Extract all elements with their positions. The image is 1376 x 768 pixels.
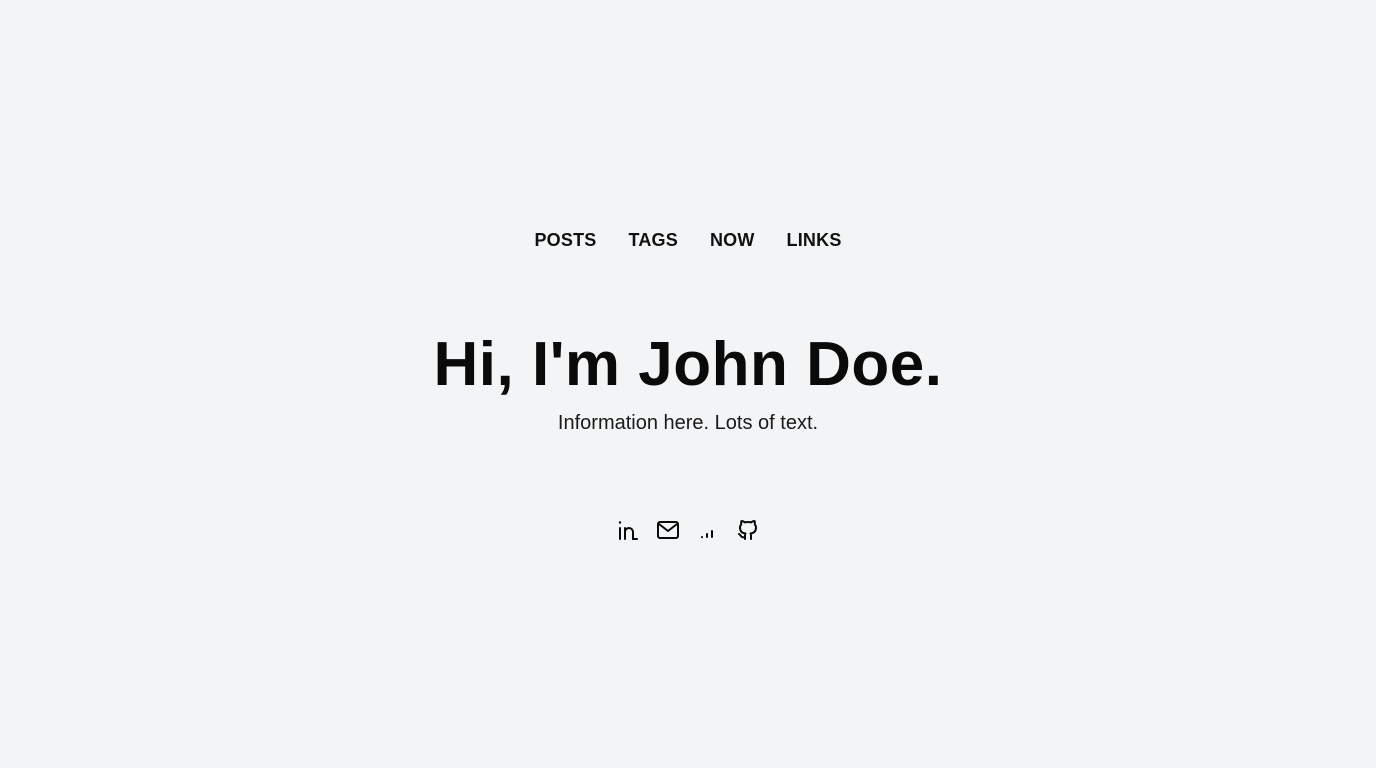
github-icon (738, 520, 757, 540)
signal-link[interactable] (696, 518, 720, 542)
page-subtitle: Information here. Lots of text. (557, 412, 819, 434)
hero-section: Hi, I'm John Doe. Information here. Lots… (0, 330, 1376, 436)
mail-link[interactable] (656, 518, 680, 542)
social-links (0, 518, 1376, 542)
github-link[interactable] (736, 518, 760, 542)
nav-item-posts[interactable]: POSTS (534, 229, 596, 251)
nav-item-tags[interactable]: TAGS (628, 229, 677, 251)
main-nav: POSTS TAGS NOW LINKS (0, 229, 1376, 251)
nav-item-links[interactable]: LINKS (787, 229, 842, 251)
nav-item-now[interactable]: NOW (710, 229, 755, 251)
mail-icon (657, 521, 679, 539)
signal-icon (701, 530, 713, 539)
linkedin-link[interactable] (616, 518, 640, 542)
page-title: Hi, I'm John Doe. (433, 330, 943, 399)
linkedin-icon (618, 521, 638, 540)
